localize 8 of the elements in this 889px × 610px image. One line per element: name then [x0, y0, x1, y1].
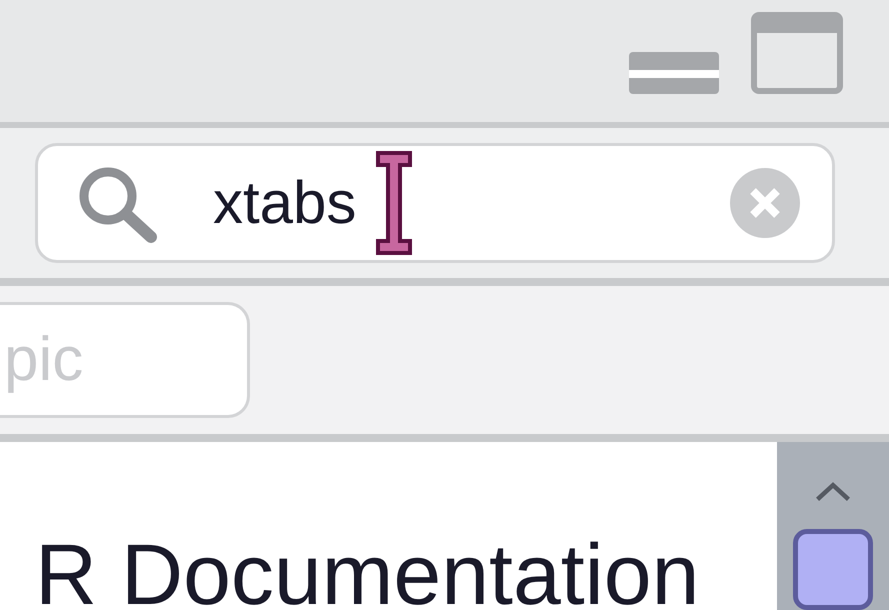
document-title: R Documentation [35, 527, 700, 610]
text-cursor-icon [374, 149, 414, 257]
maximize-icon[interactable] [751, 12, 843, 94]
scroll-thumb[interactable] [793, 529, 873, 610]
search-field[interactable]: xtabs [35, 143, 835, 263]
scrollbar[interactable] [777, 442, 889, 610]
search-text: xtabs [213, 173, 356, 233]
clear-icon[interactable] [728, 166, 802, 240]
